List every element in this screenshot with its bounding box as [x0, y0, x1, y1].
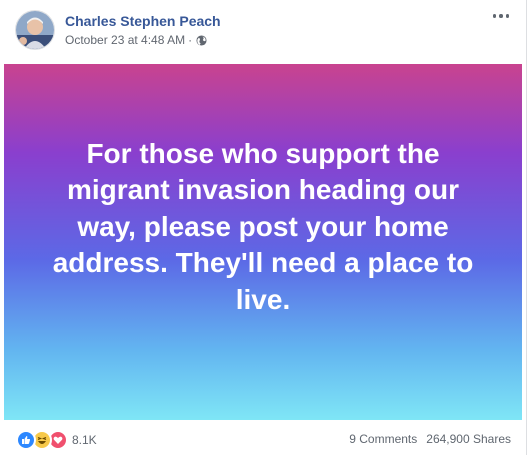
post-footer: 8.1K 9 Comments 264,900 Shares [0, 420, 527, 455]
post-card: Charles Stephen Peach October 23 at 4:48… [0, 0, 527, 455]
globe-icon[interactable] [196, 34, 207, 46]
reactions-summary[interactable]: 8.1K [16, 430, 97, 450]
more-dot [492, 14, 497, 18]
post-text: For those who support the migrant invasi… [52, 138, 474, 315]
post-timestamp[interactable]: October 23 at 4:48 AM [65, 33, 185, 47]
comments-count-link[interactable]: 9 Comments [349, 432, 417, 446]
more-options-icon[interactable] [489, 8, 513, 24]
like-icon [16, 430, 36, 450]
avatar-image [16, 11, 54, 49]
post-text-background: For those who support the migrant invasi… [4, 64, 522, 420]
meta-separator: · [188, 33, 193, 47]
more-dot [499, 14, 503, 18]
author-name-link[interactable]: Charles Stephen Peach [65, 13, 221, 29]
post-header: Charles Stephen Peach October 23 at 4:48… [0, 0, 527, 64]
post-stats: 9 Comments 264,900 Shares [349, 432, 511, 446]
post-meta: October 23 at 4:48 AM · [65, 33, 207, 47]
reaction-count: 8.1K [72, 433, 97, 447]
shares-count-link[interactable]: 264,900 Shares [426, 432, 511, 446]
author-avatar[interactable] [15, 10, 55, 50]
more-dot [505, 14, 510, 18]
